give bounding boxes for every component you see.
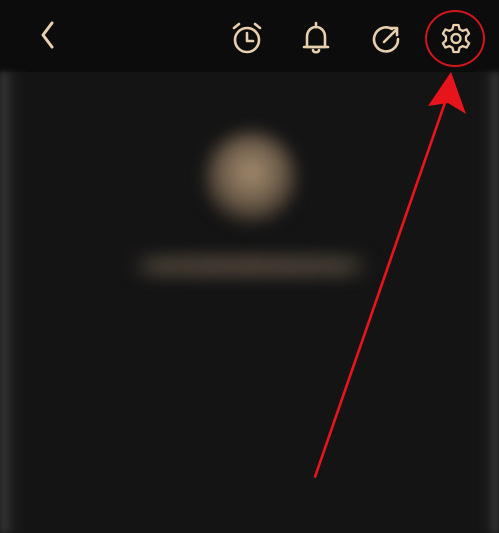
app-screen — [0, 0, 499, 533]
share-button[interactable] — [364, 17, 408, 61]
right-edge-shadow — [477, 72, 499, 533]
bell-icon — [302, 21, 330, 54]
blurred-text-placeholder — [128, 254, 373, 278]
blurred-content-area — [0, 72, 499, 533]
share-arrow-icon — [372, 26, 400, 53]
notification-button[interactable] — [294, 17, 338, 61]
top-toolbar — [0, 0, 499, 72]
blurred-logo — [206, 132, 296, 222]
alarm-button[interactable] — [225, 17, 269, 61]
gear-icon — [441, 23, 471, 54]
alarm-clock-icon — [232, 22, 262, 54]
settings-button[interactable] — [434, 17, 478, 61]
back-button[interactable] — [26, 14, 70, 58]
left-edge-shadow — [0, 72, 26, 533]
chevron-left-icon — [41, 21, 54, 49]
